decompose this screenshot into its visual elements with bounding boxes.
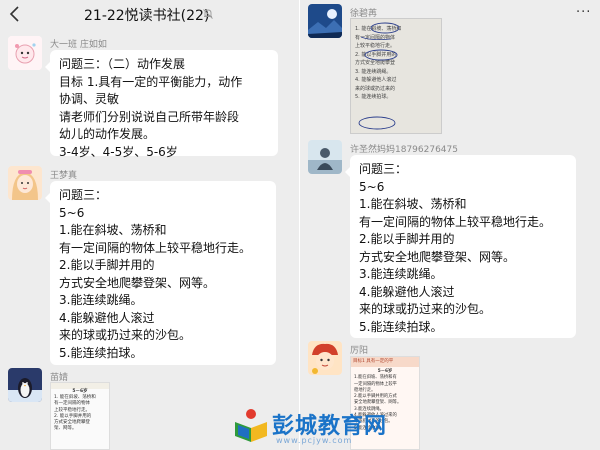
message-line: 3-4岁、4-5岁、5-6岁 — [59, 144, 178, 159]
message-bubble[interactable]: 问题三：（二）动作发展 目标 1.具有一定的平衡能力，动作 协调、灵敏 请老师们… — [45, 50, 278, 159]
message-line: 来的球或扔过来的沙包。 — [359, 302, 492, 316]
message-bubble[interactable]: 问题三： 5~6 1.能在斜坡、荡桥和 有一定间隔的物体上较平稳地行走。 2.能… — [345, 155, 576, 338]
message-line: 目标 1.具有一定的平衡能力，动作 — [59, 74, 243, 89]
message-line: 请老师们分别说说自己所带年龄段 — [59, 109, 240, 124]
avatar[interactable] — [8, 36, 42, 70]
cartoon-avatar-icon — [8, 36, 42, 70]
mute-bell-icon — [203, 9, 213, 19]
photo-avatar-icon — [308, 140, 342, 174]
penguin-avatar-icon — [8, 368, 42, 402]
avatar[interactable] — [308, 4, 342, 38]
message-bubble[interactable]: 问题三： 5~6 1.能在斜坡、荡桥和 有一定间隔的物体上较平稳地行走。 2.能… — [45, 181, 276, 365]
image-text-line: 架、网等。 — [54, 426, 77, 432]
cartoon-boy-avatar-icon — [308, 341, 342, 375]
message-line: 有一定间隔的物体上较平稳地行走。 — [359, 214, 552, 229]
message-line: 3.能连续跳绳。 — [359, 267, 443, 281]
chat-header: ··· — [300, 0, 600, 30]
chat-header: 21-22悦读书社(22) — [0, 0, 300, 30]
avatar[interactable] — [8, 368, 42, 402]
sender-name: 王梦真 — [50, 171, 78, 181]
message-line: 5.能连续拍球。 — [359, 319, 443, 334]
message-line: 5~6 — [59, 205, 85, 220]
message-line: 2.能以手脚并用的 — [59, 258, 155, 272]
message-line: 5~6 — [359, 179, 385, 194]
message-line: 1.能在斜坡、荡桥和 — [359, 197, 467, 211]
message-line: 来的球或扔过来的沙包。 — [59, 328, 192, 342]
message-line: 2.能以手脚并用的 — [359, 232, 455, 246]
back-arrow-icon[interactable] — [6, 4, 24, 24]
message-line: 协调、灵敏 — [59, 92, 120, 106]
landscape-avatar-icon — [308, 4, 342, 38]
sender-name: 大一班 庄如如 — [50, 40, 107, 50]
message-line: 问题三： — [359, 162, 408, 176]
message-line: 4.能躲避他人滚过 — [359, 284, 455, 299]
message-line: 问题三：（二）动作发展 — [59, 57, 186, 71]
shared-image[interactable]: 5－6岁 1. 能在斜坡、荡桥和 有一定间隔的物体 上较平稳地行走。 2. 能以… — [50, 382, 110, 450]
message-line: 幼儿的动作发展。 — [59, 127, 156, 141]
more-options-button[interactable]: ··· — [576, 5, 591, 20]
avatar[interactable] — [308, 140, 342, 174]
message-line: 4.能躲避他人滚过 — [59, 310, 155, 325]
message-line: 方式安全地爬攀登架、网等。 — [359, 249, 516, 264]
message-line: 5.能连续拍球。 — [59, 345, 143, 360]
message-line: 1.能在斜坡、荡桥和 — [59, 223, 167, 237]
shared-image[interactable]: 1. 能在斜坡、荡桥和 有一定间隔的物体 上较平稳地行走。 2. 能以手脚并用的… — [350, 18, 442, 134]
right-chat-panel: ··· 徐碧苒 1. 能在斜坡、荡桥和 有一定间隔的物体 上较平稳地行走。 2.… — [300, 0, 600, 450]
message-line: 问题三： — [59, 188, 108, 202]
message-line: 3.能连续跳绳。 — [59, 293, 143, 307]
sender-name: 厉阳 — [350, 346, 369, 356]
avatar[interactable] — [308, 341, 342, 375]
avatar[interactable] — [8, 166, 42, 200]
book-logo-icon — [235, 409, 267, 442]
sender-name: 许圣然妈妈18796276475 — [350, 145, 458, 155]
image-header-strip: 目标1 具有一定的平 — [351, 357, 419, 367]
watermark-url: www.pcjyw.com — [276, 436, 353, 445]
site-watermark: 彭城教育网 www.pcjyw.com — [232, 404, 442, 448]
left-chat-panel: 21-22悦读书社(22) 大一班 庄如如 问题三：（二）动作发展 目标 1.具… — [0, 0, 300, 450]
image-text: 5－6岁 1. 能在斜坡、荡桥和 有一定间隔的物体 上较平稳地行走。 2. 能以… — [51, 389, 109, 432]
girl-avatar-icon — [8, 166, 42, 200]
message-line: 方式安全地爬攀登架、网等。 — [59, 275, 216, 290]
chat-title: 21-22悦读书社(22) — [84, 8, 210, 24]
pen-annotation-icon — [358, 22, 400, 130]
message-line: 有一定间隔的物体上较平稳地行走。 — [59, 240, 252, 255]
